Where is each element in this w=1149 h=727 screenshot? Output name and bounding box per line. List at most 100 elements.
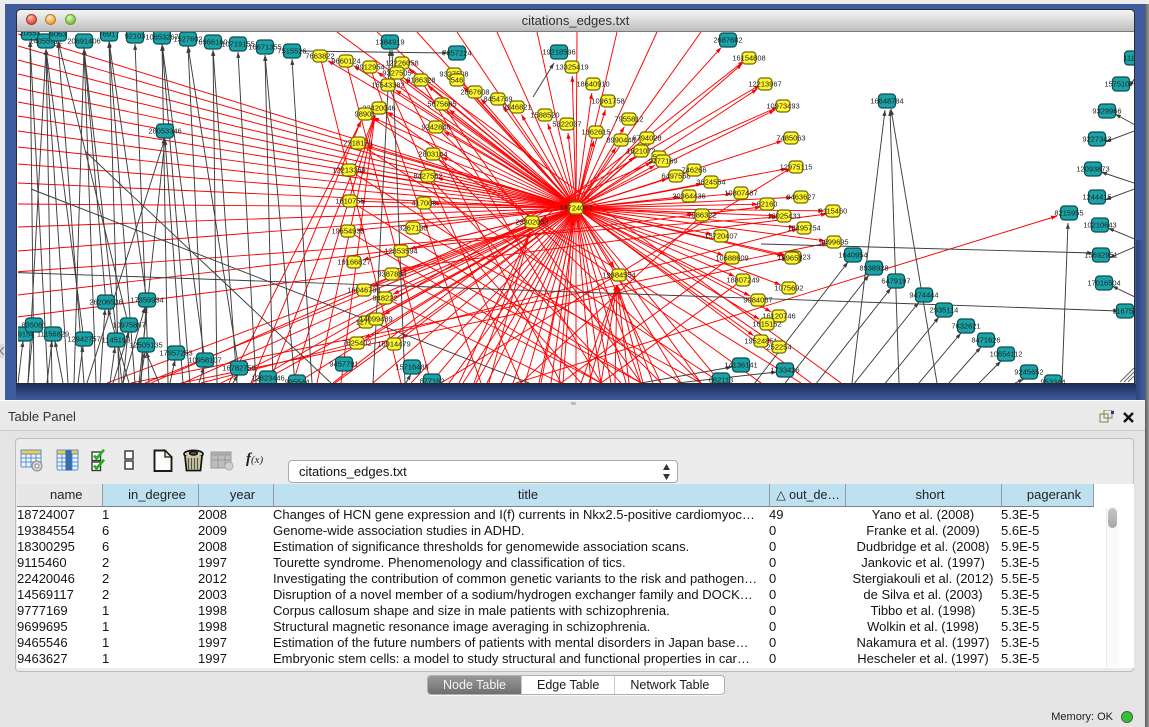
svg-text:8912954: 8912954 — [355, 63, 384, 72]
svg-text:10688609: 10688609 — [715, 254, 748, 263]
svg-text:9463627: 9463627 — [786, 193, 815, 202]
svg-text:995544: 995544 — [284, 378, 309, 384]
svg-text:1145193: 1145193 — [102, 336, 131, 345]
svg-text:12093873: 12093873 — [1076, 165, 1109, 174]
svg-text:1733426: 1733426 — [770, 366, 799, 375]
svg-text:19218596: 19218596 — [542, 48, 575, 57]
svg-text:19651: 19651 — [782, 254, 803, 263]
svg-text:12213369: 12213369 — [332, 166, 365, 175]
svg-text:9063: 9063 — [50, 32, 67, 39]
svg-text:9242848: 9242848 — [421, 123, 450, 132]
svg-text:746266: 746266 — [681, 166, 706, 175]
svg-text:18724007: 18724007 — [559, 204, 592, 213]
svg-text:28053346: 28053346 — [148, 127, 181, 136]
svg-text:10961758: 10961758 — [591, 97, 624, 106]
svg-text:19166827: 19166827 — [337, 258, 370, 267]
svg-text:8990448: 8990448 — [606, 136, 635, 145]
svg-text:8215955: 8215955 — [1054, 209, 1083, 218]
svg-text:12505135: 12505135 — [129, 341, 162, 350]
svg-text:12226058: 12226058 — [385, 59, 418, 68]
svg-text:13325419: 13325419 — [555, 63, 588, 72]
svg-text:18640910: 18640910 — [576, 80, 609, 89]
svg-text:12975115: 12975115 — [780, 163, 813, 172]
svg-text:2803144: 2803144 — [418, 150, 447, 159]
svg-text:16914479: 16914479 — [377, 340, 410, 349]
svg-text:7955812: 7955812 — [614, 115, 643, 124]
svg-text:7632621: 7632621 — [951, 322, 980, 331]
svg-text:8186328: 8186328 — [406, 76, 435, 85]
svg-text:16543382: 16543382 — [371, 81, 404, 90]
svg-text:92103: 92103 — [125, 32, 146, 41]
svg-text:8427552: 8427552 — [413, 172, 442, 181]
svg-text:16154808: 16154808 — [732, 54, 765, 63]
svg-text:17359934: 17359934 — [130, 296, 163, 305]
svg-text:15720407: 15720407 — [704, 232, 737, 241]
svg-text:9115460: 9115460 — [819, 207, 848, 216]
svg-text:7857224: 7857224 — [442, 49, 471, 58]
svg-text:1384919: 1384919 — [375, 38, 404, 47]
svg-text:12353594: 12353594 — [384, 247, 417, 256]
svg-text:23302033: 23302033 — [515, 218, 548, 227]
svg-text:26206536: 26206536 — [89, 298, 122, 307]
svg-text:546: 546 — [451, 76, 464, 85]
svg-text:19654933: 19654933 — [331, 227, 364, 236]
svg-text:9084067: 9084067 — [743, 296, 772, 305]
svg-text:3624554: 3624554 — [696, 178, 725, 187]
svg-text:7663822: 7663822 — [305, 52, 334, 61]
svg-text:76917: 76917 — [99, 32, 120, 39]
svg-text:9699695: 9699695 — [819, 238, 848, 247]
svg-text:953344: 953344 — [1040, 378, 1065, 384]
svg-text:6479197: 6479197 — [881, 277, 910, 286]
svg-text:1621072: 1621072 — [626, 147, 655, 156]
svg-text:2687682: 2687682 — [713, 36, 742, 45]
svg-text:9245652: 9245652 — [1014, 368, 1043, 377]
svg-text:9387834: 9387834 — [377, 270, 406, 279]
svg-text:2935114: 2935114 — [930, 306, 959, 315]
svg-text:1244415: 1244415 — [1082, 193, 1111, 202]
svg-text:14136141: 14136141 — [724, 361, 757, 370]
svg-text:7515526: 7515526 — [277, 47, 306, 56]
svg-text:252254: 252254 — [766, 343, 791, 352]
svg-text:9329966: 9329966 — [1092, 107, 1121, 116]
svg-text:662113: 662113 — [709, 376, 733, 384]
svg-text:62160: 62160 — [757, 200, 778, 209]
svg-text:11156829: 11156829 — [37, 330, 69, 339]
svg-text:9777169: 9777169 — [648, 157, 677, 166]
svg-text:2718176: 2718176 — [343, 139, 372, 148]
svg-text:7625402: 7625402 — [342, 339, 371, 348]
svg-text:10210643: 10210643 — [1083, 221, 1116, 230]
svg-text:1610755: 1610755 — [335, 197, 364, 206]
svg-text:20691406: 20691406 — [67, 37, 100, 46]
svg-text:10654112: 10654112 — [990, 350, 1023, 359]
svg-text:19384554: 19384554 — [602, 271, 635, 280]
svg-text:5675685: 5675685 — [427, 100, 456, 109]
svg-text:877162: 877162 — [419, 377, 444, 384]
svg-text:3267130: 3267130 — [398, 224, 427, 233]
svg-text:116753: 116753 — [1113, 307, 1134, 316]
svg-text:835061: 835061 — [21, 321, 46, 330]
svg-text:10975867: 10975867 — [112, 321, 145, 330]
svg-text:9474444: 9474444 — [909, 291, 938, 300]
svg-text:8938928: 8938928 — [859, 264, 888, 273]
svg-text:98901: 98901 — [355, 110, 376, 119]
svg-text:10973493: 10973493 — [766, 102, 799, 111]
svg-text:948222: 948222 — [372, 294, 397, 303]
svg-text:16782759: 16782759 — [222, 364, 255, 373]
svg-text:20364436: 20364436 — [672, 192, 705, 201]
svg-text:7986322: 7986322 — [687, 211, 716, 220]
svg-text:15692951: 15692951 — [1084, 251, 1117, 260]
svg-text:5322037: 5322037 — [552, 120, 581, 129]
svg-text:7485063: 7485063 — [776, 134, 805, 143]
svg-text:17016504: 17016504 — [1087, 279, 1120, 288]
svg-text:8471626: 8471626 — [971, 336, 1000, 345]
svg-text:12823446: 12823446 — [251, 374, 284, 383]
svg-text:18495754: 18495754 — [787, 224, 820, 233]
svg-text:10958107: 10958107 — [188, 356, 221, 365]
svg-text:18807249: 18807249 — [726, 276, 759, 285]
svg-text:1640954: 1640954 — [838, 251, 867, 260]
svg-text:14099489: 14099489 — [359, 315, 392, 324]
svg-text:12942757: 12942757 — [67, 335, 100, 344]
svg-text:6794028: 6794028 — [632, 134, 661, 143]
svg-text:1075692: 1075692 — [774, 284, 803, 293]
svg-text:10025433: 10025433 — [767, 212, 800, 221]
